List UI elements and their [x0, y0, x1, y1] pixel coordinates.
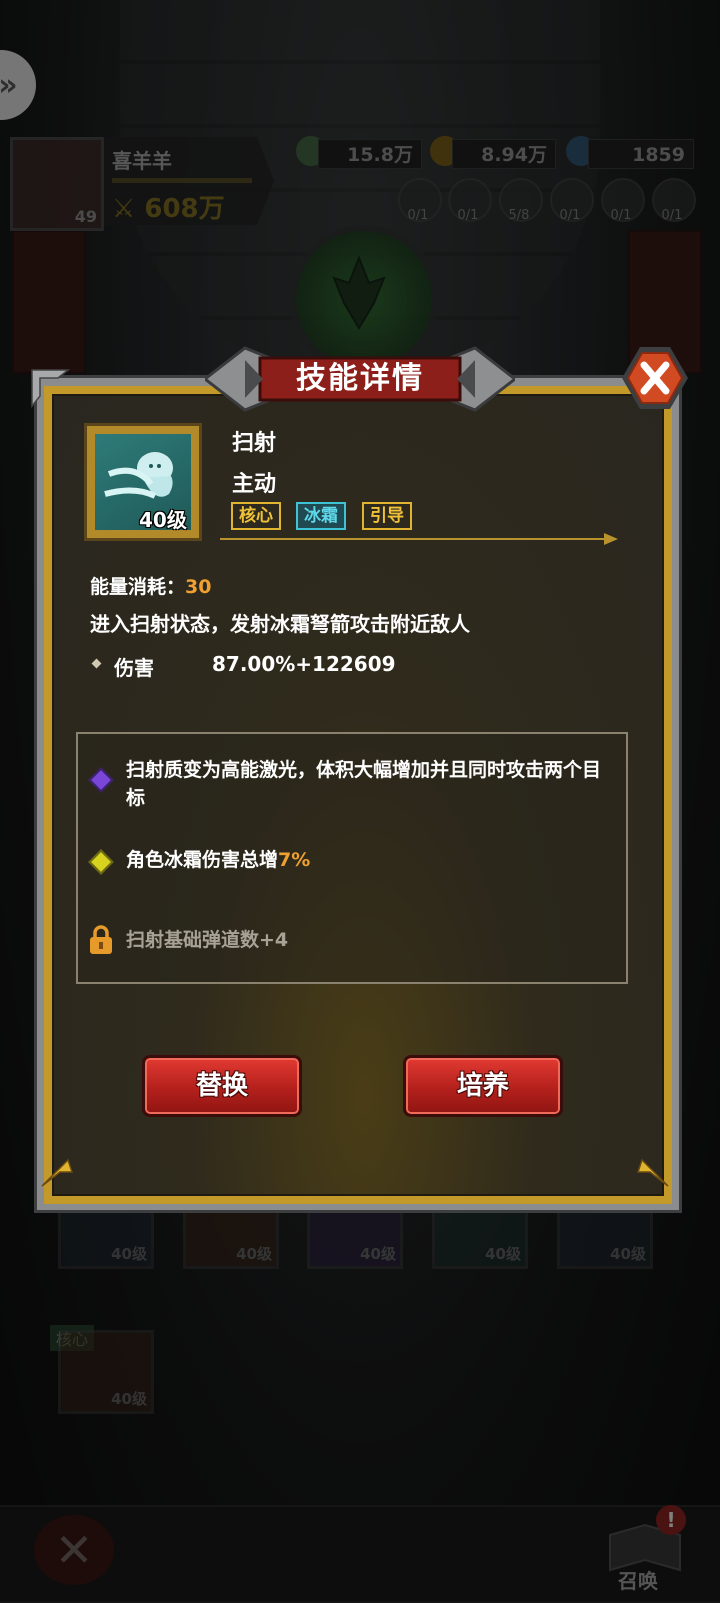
- train-button[interactable]: 培养: [403, 1055, 563, 1117]
- close-icon: [622, 347, 688, 409]
- skill-description: 进入扫射状态，发射冰霜弩箭攻击附近敌人: [90, 612, 470, 636]
- energy-cost: 能量消耗：30: [90, 576, 212, 598]
- corner-arrow-icon: [636, 1158, 669, 1187]
- lock-icon: [90, 925, 112, 954]
- tag-frost: 冰霜: [296, 502, 346, 530]
- damage-value: 87.00%+122609: [212, 652, 396, 676]
- divider-line: [220, 538, 612, 540]
- dialog-close-button[interactable]: [620, 345, 690, 411]
- skill-type: 主动: [232, 472, 277, 497]
- replace-button[interactable]: 替换: [142, 1055, 302, 1117]
- corner-ornament-icon: [31, 369, 70, 408]
- dialog-title: 技能详情: [296, 361, 424, 396]
- skill-name: 扫射: [232, 431, 277, 456]
- upgrade-effect-3-locked: 扫射基础弹道数+4: [126, 929, 289, 951]
- energy-cost-value: 30: [185, 576, 212, 598]
- damage-label: 伤害: [114, 656, 154, 680]
- upgrade-effect-1: 扫射质变为高能激光，体积大幅增加并且同时攻击两个目标: [126, 759, 602, 809]
- skill-icon-frame: 40级: [84, 423, 202, 541]
- tag-channel: 引导: [362, 502, 412, 530]
- corner-arrow-icon: [41, 1158, 74, 1187]
- tag-core: 核心: [231, 502, 281, 530]
- upgrade-effect-2: 角色冰霜伤害总增7%: [126, 849, 311, 871]
- divider-arrow-icon: [604, 533, 618, 545]
- skill-level: 40级: [139, 508, 187, 532]
